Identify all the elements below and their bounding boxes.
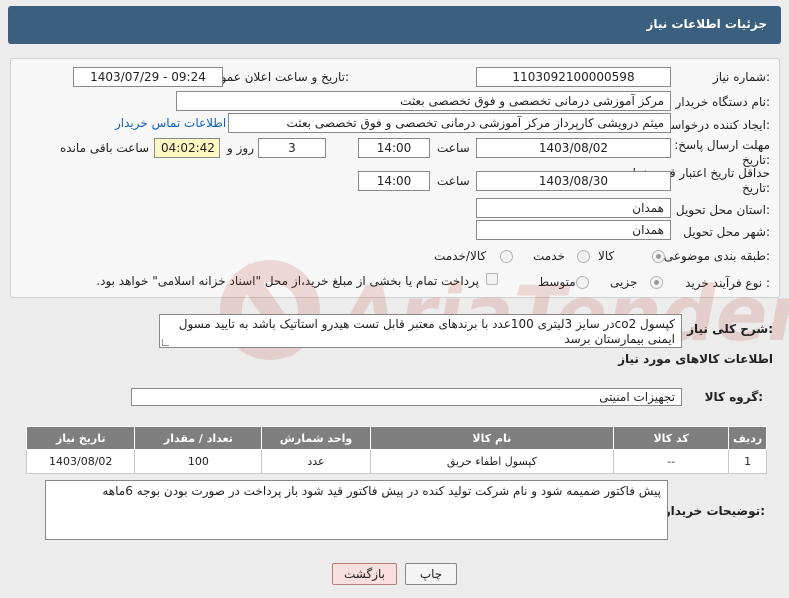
deadline-time-field: 14:00 [358, 138, 430, 158]
validity-date-label: تاریخ: [742, 181, 770, 195]
buyer-notes-field: پیش فاکتور ضمیمه شود و نام شرکت تولید کن… [45, 480, 668, 540]
deadline-date-field: 1403/08/02 [476, 138, 671, 158]
col-item-code: کد کالا [612, 426, 730, 450]
city-label: شهر محل تحویل: [683, 225, 770, 239]
province-label: استان محل تحویل: [675, 203, 770, 217]
cell-item-name: کپسول اطفاء حریق [369, 449, 614, 474]
summary-label: شرح کلی نیاز: [687, 322, 773, 336]
time-remaining-field: 04:02:42 [154, 138, 220, 158]
buyer-notes-label: توضیحات خریدار: [663, 504, 765, 518]
category-label: طبقه بندی موضوعی: [663, 249, 770, 263]
validity-time-label: ساعت [437, 174, 470, 188]
back-button[interactable]: بازگشت [332, 563, 397, 585]
goods-group-field: تجهیزات امنیتی [131, 388, 682, 406]
page-title: جزئیات اطلاعات نیاز [646, 17, 767, 31]
category-option-service: خدمت [533, 249, 565, 263]
resize-handle-icon[interactable] [162, 339, 169, 346]
announce-datetime-field: 1403/07/29 - 09:24 [73, 67, 223, 87]
category-radio-goods-service[interactable] [500, 250, 513, 263]
days-label: روز و [227, 141, 254, 155]
announce-label: تاریخ و ساعت اعلان عمومی: [204, 70, 349, 84]
category-radio-service[interactable] [577, 250, 590, 263]
city-field: همدان [476, 220, 671, 240]
buyer-field: مرکز آموزشی درمانی تخصصی و فوق تخصصی بعث… [176, 91, 671, 111]
deadline-time-label: ساعت [437, 141, 470, 155]
category-option-goods: کالا [598, 249, 615, 263]
col-need-date: تاریخ نیاز [25, 426, 136, 450]
deadline-date-label: تاریخ: [742, 153, 770, 167]
table-row[interactable]: 1403/08/02 100 عدد کپسول اطفاء حریق -- 1 [25, 449, 767, 474]
process-option-medium: متوسط [538, 275, 576, 289]
days-remaining-field: 3 [258, 138, 326, 158]
col-row-number: ردیف [728, 426, 767, 450]
need-number-field: 1103092100000598 [476, 67, 671, 87]
cell-need-date: 1403/08/02 [25, 449, 136, 474]
validity-date-field: 1403/08/30 [476, 171, 671, 191]
process-label: نوع فرآیند خرید : [685, 276, 770, 290]
goods-table-header: تاریخ نیاز تعداد / مقدار واحد شمارش نام … [25, 426, 767, 450]
summary-text: کپسول co2در سایز 3لیتری 100عدد با برندها… [178, 317, 675, 346]
page-header: جزئیات اطلاعات نیاز [8, 6, 781, 44]
process-radio-medium[interactable] [576, 276, 589, 289]
col-unit: واحد شمارش [261, 426, 371, 450]
treasury-payment-checkbox[interactable] [486, 273, 498, 285]
process-radio-minor[interactable] [650, 276, 663, 289]
need-number-label: شماره نیاز: [712, 70, 770, 84]
col-item-name: نام کالا [369, 426, 614, 450]
goods-section-title: اطلاعات کالاهای مورد نیاز [618, 352, 773, 366]
cell-item-code: -- [612, 449, 730, 474]
process-option-minor: جزیی [610, 275, 638, 289]
deadline-label: مهلت ارسال پاسخ: تا [663, 138, 770, 152]
cell-quantity: 100 [134, 449, 263, 474]
province-field: همدان [476, 198, 671, 218]
time-remaining-label: ساعت باقی مانده [60, 141, 150, 155]
cell-row-number: 1 [728, 449, 767, 474]
goods-table: تاریخ نیاز تعداد / مقدار واحد شمارش نام … [25, 426, 767, 474]
cell-unit: عدد [261, 449, 371, 474]
print-button[interactable]: چاپ [405, 563, 457, 585]
buyer-contact-link[interactable]: اطلاعات تماس خریدار [115, 116, 226, 130]
creator-label: ایجاد کننده درخواست: [659, 118, 770, 132]
col-quantity: تعداد / مقدار [134, 426, 263, 450]
summary-textarea[interactable]: کپسول co2در سایز 3لیتری 100عدد با برندها… [159, 314, 682, 348]
treasury-payment-note: پرداخت تمام یا بخشی از مبلغ خرید،از محل … [96, 274, 479, 288]
validity-time-field: 14:00 [358, 171, 430, 191]
category-radio-goods[interactable] [652, 250, 665, 263]
creator-field: میثم درویشی کارپرداز مرکز آموزشی درمانی … [228, 113, 671, 133]
goods-group-label: گروه کالا: [704, 390, 763, 404]
buyer-label: نام دستگاه خریدار: [675, 95, 771, 109]
category-option-goods-service: کالا/خدمت [434, 249, 487, 263]
